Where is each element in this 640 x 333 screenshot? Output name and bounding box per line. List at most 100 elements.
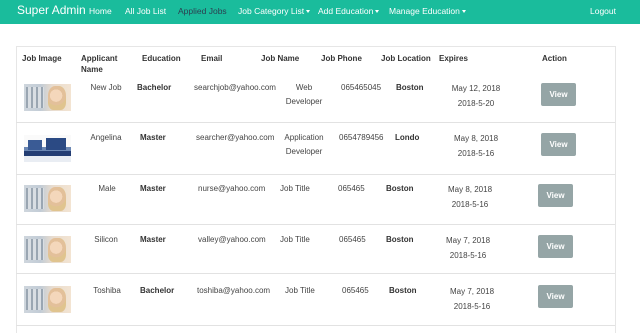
expires: May 7, 2018 2018-5-16 — [438, 233, 498, 263]
expires-date: May 7, 2018 — [449, 287, 495, 296]
row-divider — [16, 122, 615, 123]
job-image — [24, 135, 71, 162]
applicant-name: New Job — [90, 83, 122, 92]
chevron-down-icon — [306, 10, 311, 14]
job-phone: 065465 — [342, 286, 369, 295]
job-phone: 065465 — [338, 184, 365, 193]
job-image-background — [26, 188, 44, 209]
job-image-monitor — [28, 140, 42, 150]
expires-iso: 2018-5-16 — [449, 251, 487, 260]
job-name-line2: Developer — [285, 147, 323, 156]
applicant-name: Angelina — [90, 133, 122, 142]
brand-link[interactable]: Super Admin — [17, 3, 86, 17]
nav-applied-jobs[interactable]: Applied Jobs — [178, 6, 227, 16]
header-applicant-name: Applicant Name — [81, 53, 117, 75]
applicant-name: Silicon — [94, 235, 118, 244]
nav-manage-education[interactable]: Manage Education — [389, 6, 466, 16]
header-email: Email — [201, 54, 223, 63]
job-image-person — [48, 86, 66, 110]
job-phone: 065465 — [339, 235, 366, 244]
chevron-down-icon — [375, 10, 380, 14]
job-image-background — [26, 87, 44, 108]
education: Master — [140, 133, 166, 142]
job-image — [24, 84, 71, 111]
header-applicant-line1: Applicant — [81, 54, 118, 63]
view-button[interactable]: View — [538, 285, 573, 308]
email: searchjob@yahoo.com — [194, 83, 276, 92]
nav-all-job-list[interactable]: All Job List — [125, 6, 166, 16]
chevron-down-icon — [461, 10, 466, 14]
nav-job-category-list[interactable]: Job Category List — [238, 6, 311, 16]
job-image-person — [48, 238, 66, 262]
view-button[interactable]: View — [541, 83, 576, 106]
row-divider — [16, 325, 615, 326]
job-name-line1: Application — [284, 133, 324, 142]
header-job-name: Job Name — [261, 54, 300, 63]
nav-job-category-label: Job Category List — [238, 6, 305, 16]
expires-date: May 12, 2018 — [451, 84, 501, 93]
applicant-name: Toshiba — [93, 286, 121, 295]
header-action: Action — [542, 54, 567, 63]
applicant-name: Male — [98, 184, 116, 193]
view-button[interactable]: View — [541, 133, 576, 156]
job-name-line2: Developer — [285, 97, 323, 106]
education: Master — [140, 184, 166, 193]
education: Master — [140, 235, 166, 244]
job-image-person — [48, 187, 66, 211]
job-name-line1: Web — [295, 83, 313, 92]
header-expires: Expires — [439, 54, 468, 63]
email: nurse@yahoo.com — [198, 184, 266, 193]
expires-date: May 7, 2018 — [445, 236, 491, 245]
job-image-background — [26, 289, 44, 310]
expires-date: May 8, 2018 — [447, 185, 493, 194]
view-button[interactable]: View — [538, 235, 573, 258]
job-name: Web Developer — [279, 81, 329, 109]
job-name: Job Title — [285, 286, 315, 295]
expires-iso: 2018-5-20 — [457, 99, 495, 108]
expires-date: May 8, 2018 — [453, 134, 499, 143]
nav-logout[interactable]: Logout — [590, 6, 616, 16]
header-job-phone: Job Phone — [321, 54, 362, 63]
education: Bachelor — [140, 286, 175, 295]
view-button[interactable]: View — [538, 184, 573, 207]
expires: May 12, 2018 2018-5-20 — [446, 81, 506, 111]
top-navbar: Super Admin Home All Job List Applied Jo… — [0, 0, 640, 24]
header-job-location: Job Location — [381, 54, 431, 63]
job-name: Application Developer — [279, 131, 329, 159]
header-education: Education — [142, 54, 181, 63]
job-image-monitor — [46, 138, 66, 150]
job-location: Boston — [389, 286, 417, 295]
job-name: Job Title — [280, 184, 310, 193]
expires: May 7, 2018 2018-5-16 — [442, 284, 502, 314]
job-phone: 0654789456 — [339, 133, 384, 142]
nav-add-education[interactable]: Add Education — [318, 6, 380, 16]
email: valley@yahoo.com — [198, 235, 266, 244]
job-name: Job Title — [280, 235, 310, 244]
job-image-person — [48, 288, 66, 312]
expires: May 8, 2018 2018-5-16 — [446, 131, 506, 161]
email: searcher@yahoo.com — [196, 133, 275, 142]
header-job-image: Job Image — [22, 54, 62, 63]
email: toshiba@yahoo.com — [197, 286, 271, 295]
job-image — [24, 185, 71, 212]
expires-iso: 2018-5-16 — [451, 200, 489, 209]
job-image — [24, 286, 71, 313]
nav-add-education-label: Add Education — [318, 6, 374, 16]
job-location: Boston — [386, 235, 414, 244]
row-divider — [16, 273, 615, 274]
header-applicant-line2: Name — [81, 65, 103, 74]
expires: May 8, 2018 2018-5-16 — [440, 182, 500, 212]
job-image-background — [26, 239, 44, 260]
row-divider — [16, 174, 615, 175]
education: Bachelor — [137, 83, 172, 92]
job-location: Londo — [395, 133, 420, 142]
nav-home[interactable]: Home — [89, 6, 112, 16]
expires-iso: 2018-5-16 — [457, 149, 495, 158]
job-location: Boston — [386, 184, 414, 193]
row-divider — [16, 224, 615, 225]
expires-iso: 2018-5-16 — [453, 302, 491, 311]
job-phone: 065465045 — [341, 83, 382, 92]
job-location: Boston — [396, 83, 424, 92]
job-image — [24, 236, 71, 263]
nav-manage-education-label: Manage Education — [389, 6, 460, 16]
